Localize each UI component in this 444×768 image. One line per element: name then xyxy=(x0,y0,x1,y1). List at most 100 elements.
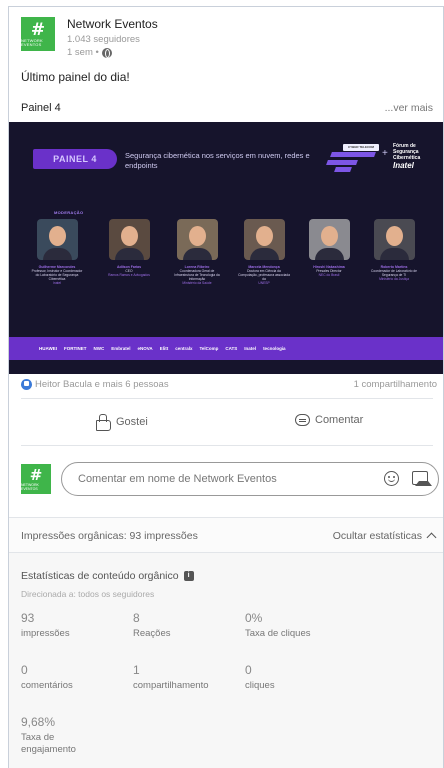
speaker-org: Ministério da Saúde xyxy=(182,281,212,285)
panel-label: PAINEL 4 xyxy=(33,149,117,169)
logo-hash: # xyxy=(30,19,46,40)
forum-text: Fórum de Segurança Cibernética xyxy=(393,143,421,161)
post-header: # NETWORK EVENTOS Network Eventos 1.043 … xyxy=(21,17,431,63)
emoji-icon[interactable] xyxy=(384,471,399,486)
post-card: # NETWORK EVENTOS Network Eventos 1.043 … xyxy=(8,6,444,768)
stats-title: Estatísticas de conteúdo orgânico i xyxy=(21,570,194,582)
logo-text: NETWORK EVENTOS xyxy=(21,37,43,47)
stats-title-text: Estatísticas de conteúdo orgânico xyxy=(21,570,179,582)
stat-value: 0 xyxy=(245,663,252,677)
sponsor-logo: CATS xyxy=(225,346,238,351)
impressions-summary: Impressões orgânicas: 93 impressões xyxy=(21,530,198,542)
comment-label: Comentar xyxy=(315,414,364,426)
speaker-org: Inatel xyxy=(52,281,62,285)
thumbs-up-icon xyxy=(95,414,111,431)
speaker-card: Roberto Martins Coordenador de Laboratóri… xyxy=(368,219,420,281)
sponsor-logo: tecnologia xyxy=(263,346,286,351)
speaker-role: Doutora em Ciência da Computação, profes… xyxy=(238,269,290,281)
speaker-org: Ramos Ramos e Advogados xyxy=(108,273,150,277)
divider xyxy=(21,398,433,399)
post-text: Último painel do dia! xyxy=(21,70,130,84)
divider xyxy=(21,445,433,446)
stat-label: comentários xyxy=(21,680,73,691)
hide-stats-button[interactable]: Ocultar estatísticas xyxy=(332,530,437,543)
speaker-photo xyxy=(243,219,285,260)
stat-label: impressões xyxy=(21,628,70,639)
stat-comments: 0 comentários xyxy=(21,663,73,692)
panel-subtitle: Segurança cibernética nos serviços em nu… xyxy=(125,151,310,170)
stat-value: 0 xyxy=(21,663,28,677)
see-more-link[interactable]: ...ver mais xyxy=(385,102,433,114)
impressions-bar: Impressões orgânicas: 93 impressões Ocul… xyxy=(9,517,443,553)
speaker-card: Lorena Ribeiro Coordenadora Geral de Infr… xyxy=(171,219,223,285)
like-reaction-icon xyxy=(21,379,32,390)
sponsor-logo: TelComp xyxy=(199,346,219,351)
stat-label: Reações xyxy=(133,628,171,639)
like-button[interactable]: Gostei xyxy=(95,414,148,431)
reactions-text: Heitor Bacula e mais 6 pessoas xyxy=(35,379,169,390)
forum-brand: Inatel xyxy=(393,161,414,170)
stat-label: Taxa de engajamento xyxy=(21,732,76,755)
speaker-photo xyxy=(36,219,78,260)
comment-icon xyxy=(295,414,310,426)
org-logo[interactable]: # NETWORK EVENTOS xyxy=(21,17,55,51)
shares-count[interactable]: 1 compartilhamento xyxy=(354,379,437,390)
plus-sign: + xyxy=(382,148,388,159)
speaker-card: Marcela Mendonça Doutora em Ciência da Co… xyxy=(238,219,290,285)
org-name[interactable]: Network Eventos xyxy=(67,17,158,31)
sponsor-logo: NWC xyxy=(93,346,105,351)
stat-click-rate: 0% Taxa de cliques xyxy=(245,611,310,640)
info-icon[interactable]: i xyxy=(183,571,194,581)
follower-count: 1.043 seguidores xyxy=(67,34,140,45)
globe-icon xyxy=(101,47,112,58)
moderation-label: MODERAÇÃO xyxy=(54,210,84,215)
event-logo-text: CYBER TELECOM xyxy=(343,144,379,151)
speaker-role: Coordenadora Geral de Infraestrutura de … xyxy=(174,269,220,281)
sponsor-logo: Inatel xyxy=(244,346,257,351)
document-title: Painel 4 xyxy=(21,102,61,114)
stat-engagement-rate: 9,68% Taxa de engajamento xyxy=(21,715,91,756)
stat-label: cliques xyxy=(245,680,275,691)
hide-stats-label: Ocultar estatísticas xyxy=(332,530,422,542)
speaker-org: Ministério da Justiça xyxy=(379,277,409,281)
comment-input[interactable] xyxy=(78,471,368,487)
sponsor-logo: eNOVA xyxy=(137,346,153,351)
stat-value: 0% xyxy=(245,611,263,625)
logo-text: NETWORK EVENTOS xyxy=(21,482,39,491)
comment-box[interactable] xyxy=(61,462,439,496)
forum-logo: Fórum de Segurança Cibernética Inatel xyxy=(393,143,437,171)
stat-label: compartilhamento xyxy=(133,680,209,691)
speaker-role: Coordenador de Laboratório de Segurança … xyxy=(370,269,417,277)
stat-label: Taxa de cliques xyxy=(245,628,311,639)
speaker-photo xyxy=(373,219,415,260)
sponsor-logo: FORTINET xyxy=(64,346,87,351)
sponsor-logo: HUAWEI xyxy=(39,346,57,351)
stat-value: 93 xyxy=(21,611,35,625)
stat-clicks: 0 cliques xyxy=(245,663,275,692)
sponsor-logo: centralx xyxy=(175,346,193,351)
comment-button[interactable]: Comentar xyxy=(295,414,363,426)
stat-value: 9,68% xyxy=(21,715,56,729)
sponsor-logo: Embratel xyxy=(111,346,131,351)
stat-impressions: 93 impressões xyxy=(21,611,70,640)
panel-banner-image[interactable]: PAINEL 4 Segurança cibernética nos servi… xyxy=(9,122,443,374)
sponsor-logo: Elitt xyxy=(159,346,169,351)
stat-shares: 1 compartilhamento xyxy=(133,663,209,692)
stat-reactions: 8 Reações xyxy=(133,611,171,640)
cyber-telecom-logo: CYBER TELECOM xyxy=(326,142,379,172)
stats-audience: Direcionada a: todos os seguidores xyxy=(21,589,155,599)
speaker-photo xyxy=(308,219,350,260)
stat-value: 1 xyxy=(133,663,140,677)
commenter-avatar[interactable]: # NETWORK EVENTOS xyxy=(21,464,51,494)
reactions-summary[interactable]: Heitor Bacula e mais 6 pessoas xyxy=(21,379,169,390)
sponsor-bar: HUAWEI FORTINET NWC Embratel eNOVA Elitt centr… xyxy=(9,337,443,360)
chevron-up-icon xyxy=(426,532,437,543)
speaker-role: Professor, Instrutor e Coordenador do La… xyxy=(31,269,83,281)
stat-value: 8 xyxy=(133,611,140,625)
image-icon[interactable] xyxy=(412,471,432,486)
speaker-card: Guilherme Marcondes Professor, Instrutor … xyxy=(31,219,83,285)
speaker-card: Adilson Farias CEO Ramos Ramos e Advogados xyxy=(103,219,155,277)
speaker-org: UNESP xyxy=(258,281,270,285)
speaker-card: Hiroshi Nakashima Presales Director NEC do… xyxy=(303,219,355,277)
speaker-photo xyxy=(176,219,218,260)
